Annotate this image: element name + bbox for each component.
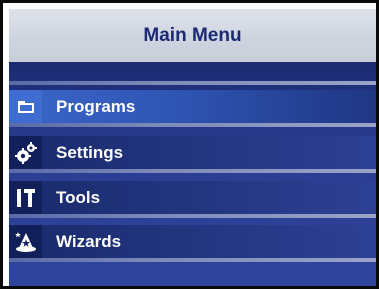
menu-item-programs[interactable]: Programs — [9, 90, 376, 123]
menu-item-tools[interactable]: Tools — [9, 181, 376, 214]
gears-icon — [9, 136, 42, 169]
menu-item-label: Tools — [56, 187, 101, 207]
folder-icon — [9, 90, 42, 123]
title-bar: Main Menu — [9, 9, 376, 62]
divider — [9, 123, 376, 127]
divider — [9, 258, 376, 262]
menu-item-label: Settings — [56, 142, 124, 162]
hammer-icon — [9, 181, 42, 214]
page-title: Main Menu — [143, 24, 242, 46]
divider — [9, 214, 376, 218]
menu-list: Programs Settings Tools Wizards — [9, 62, 376, 286]
menu-item-label: Wizards — [56, 231, 122, 251]
wizard-hat-icon — [9, 225, 42, 258]
divider — [9, 169, 376, 173]
menu-item-wizards[interactable]: Wizards — [9, 225, 376, 258]
menu-item-settings[interactable]: Settings — [9, 136, 376, 169]
main-menu-window: Main Menu Programs Settings Tools Wizard… — [0, 0, 379, 289]
divider — [9, 81, 376, 85]
menu-item-label: Programs — [56, 96, 136, 116]
